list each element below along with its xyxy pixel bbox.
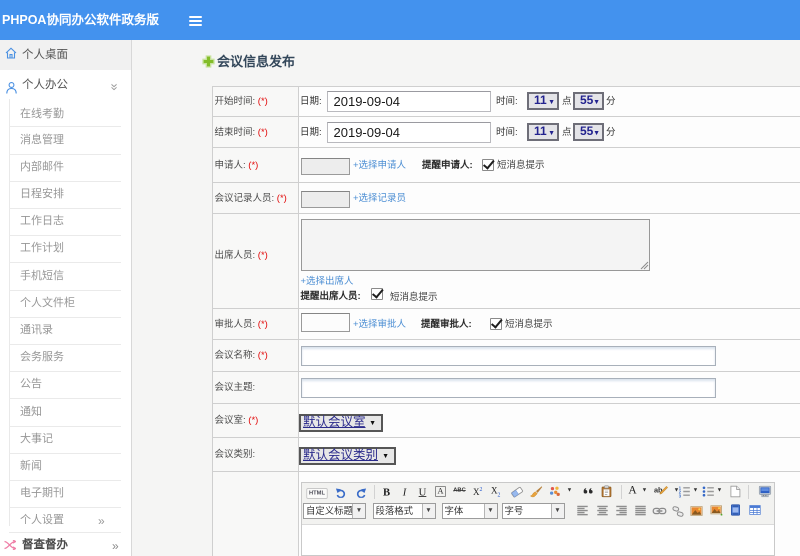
svg-text:3: 3 <box>679 494 682 498</box>
